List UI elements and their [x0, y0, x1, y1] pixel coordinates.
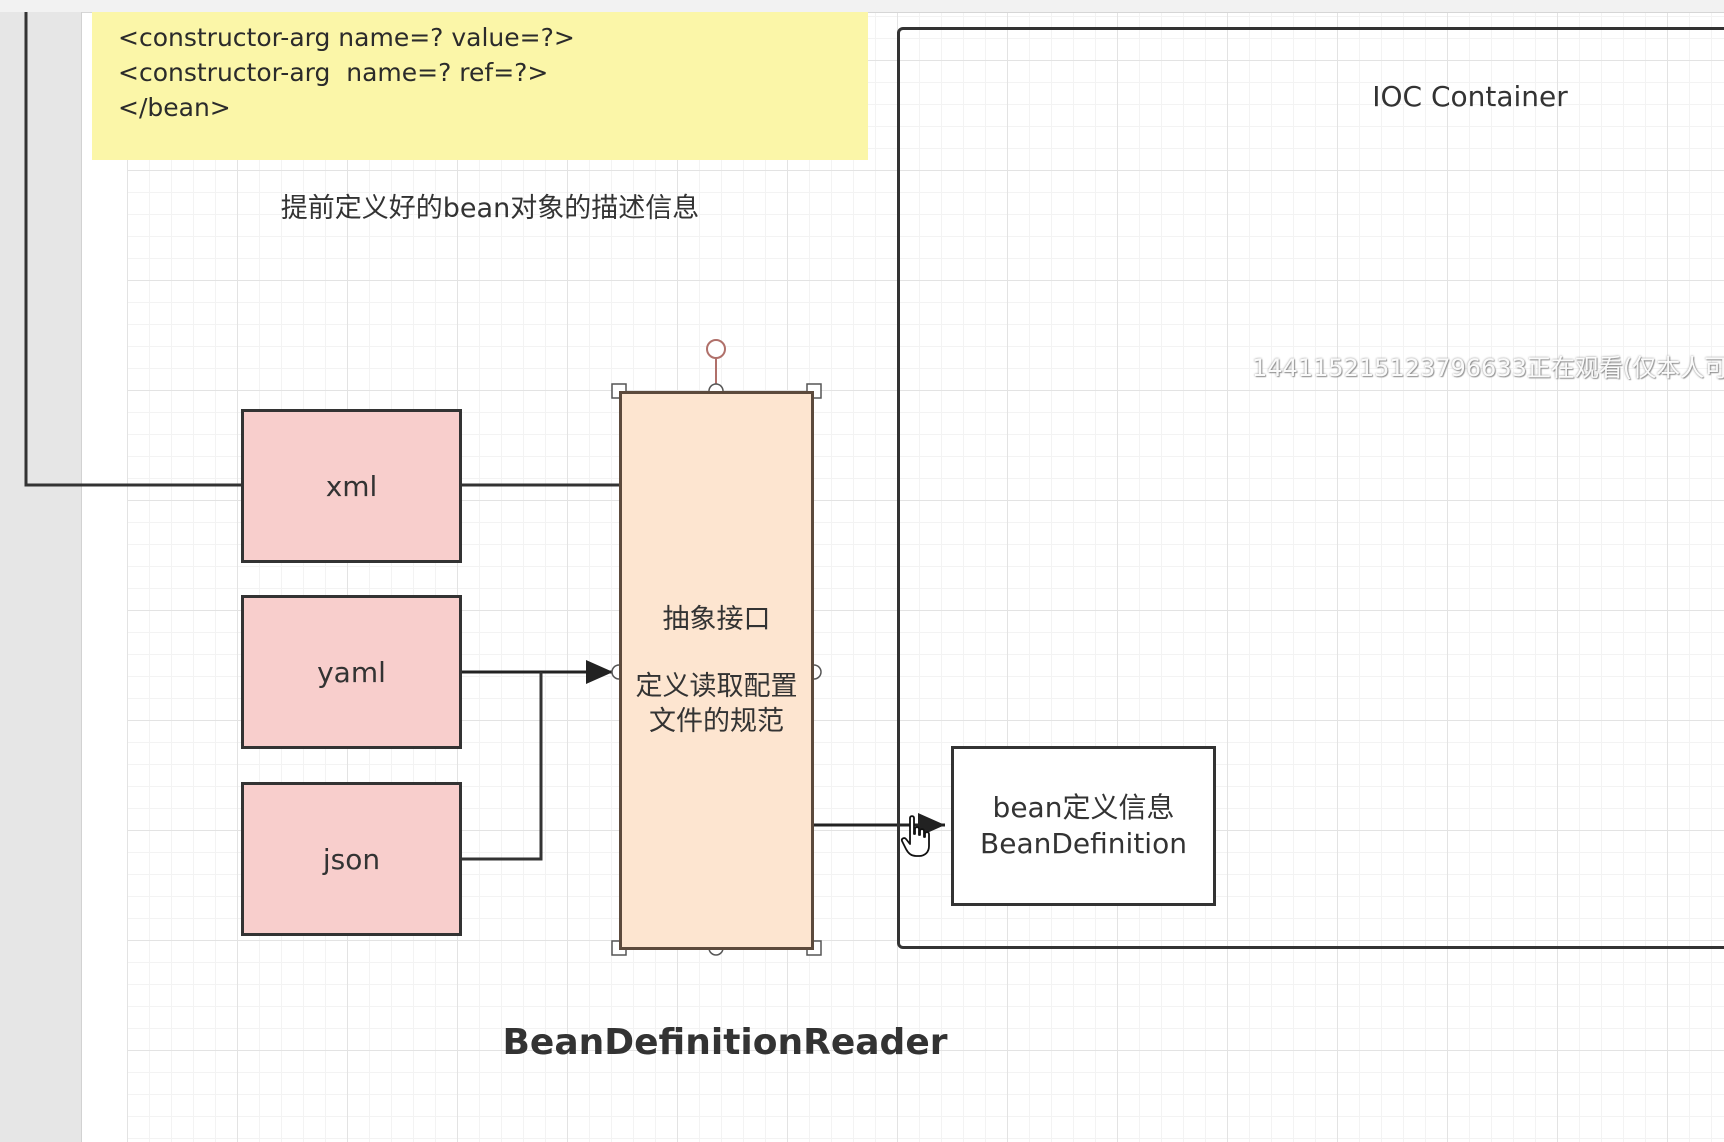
drawing-app-window: <constructor-arg name=? value=?> <constr… [0, 0, 1724, 1142]
yaml-label: yaml [317, 655, 386, 689]
ioc-container-title: IOC Container [1372, 80, 1568, 113]
xml-label: xml [325, 469, 378, 503]
bean-definition-reader-box[interactable]: 抽象接口 定义读取配置文件的规范 [619, 391, 814, 950]
reader-title: 抽象接口 [662, 604, 771, 635]
hand-cursor-icon [900, 815, 930, 857]
bean-definition-line-1: bean定义信息 [992, 791, 1175, 824]
code-line-3: </bean> [118, 93, 231, 122]
bean-definition-box[interactable]: bean定义信息 BeanDefinition [951, 746, 1216, 906]
viewer-watermark: 14411521512379663​3正在观看(仅本人可 [1252, 354, 1724, 382]
reader-description: 定义读取配置文件的规范 [635, 671, 798, 737]
code-note[interactable]: <constructor-arg name=? value=?> <constr… [92, 12, 868, 160]
rotate-handle [706, 339, 726, 359]
xml-box[interactable]: xml [241, 409, 462, 563]
bean-definition-reader-label[interactable]: BeanDefinitionReader [480, 1022, 970, 1063]
bean-description-caption[interactable]: 提前定义好的bean对象的描述信息 [200, 186, 780, 225]
connector-json-to-reader[interactable] [462, 672, 543, 861]
code-line-1: <constructor-arg name=? value=?> [118, 23, 575, 52]
yaml-box[interactable]: yaml [241, 595, 462, 749]
bean-definition-line-2: BeanDefinition [980, 827, 1187, 860]
json-label: json [322, 842, 381, 876]
code-line-2: <constructor-arg name=? ref=?> [118, 58, 549, 87]
json-box[interactable]: json [241, 782, 462, 936]
